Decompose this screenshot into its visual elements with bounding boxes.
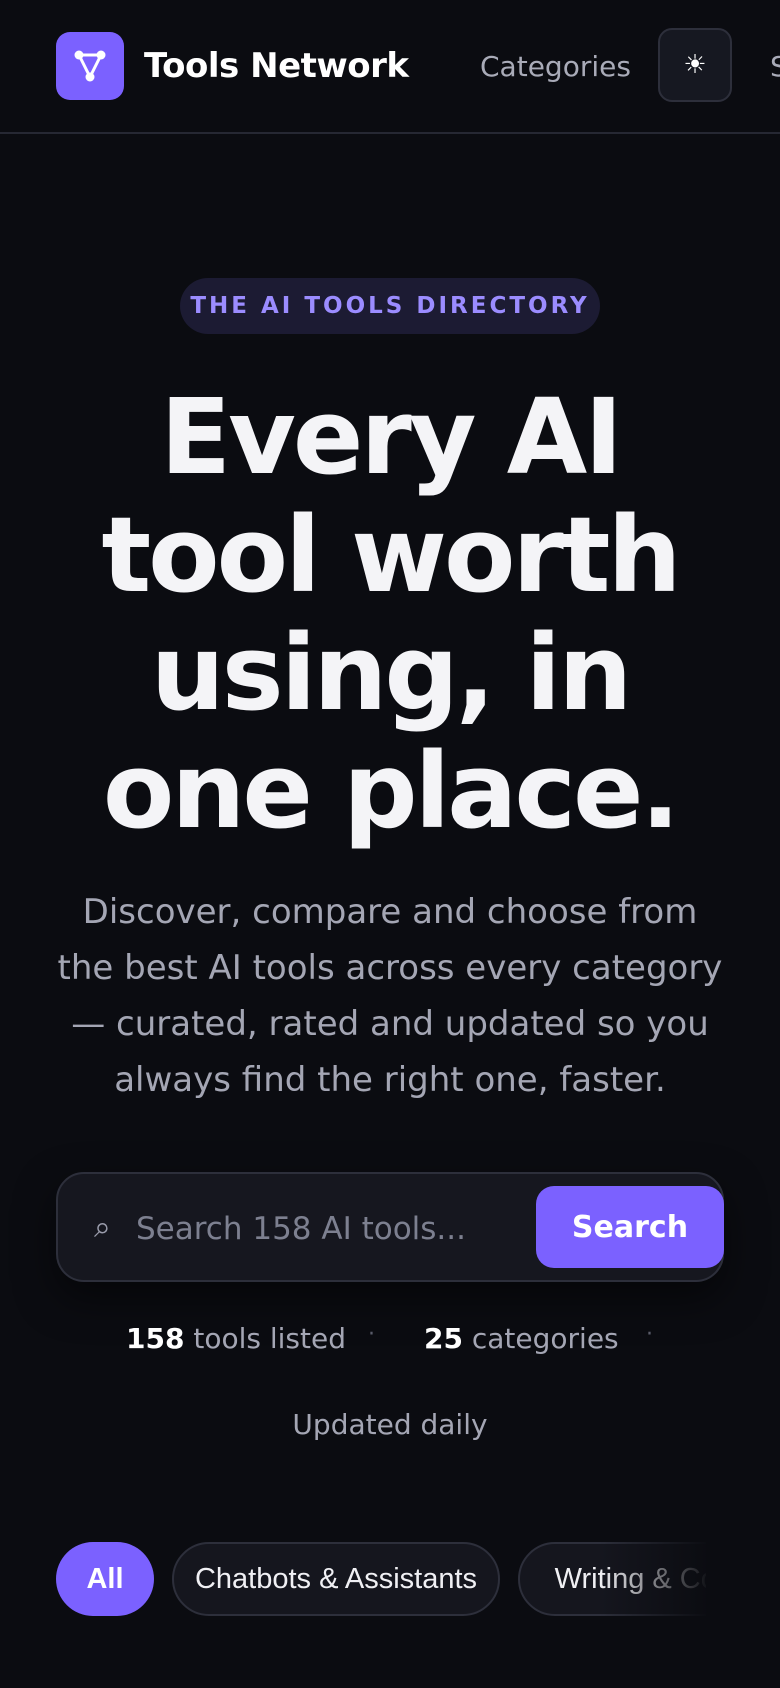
stat-categories-count: 25 (424, 1322, 463, 1355)
search-icon: ⌕ (94, 1210, 111, 1245)
brand-name[interactable]: Tools Network (144, 46, 409, 86)
theme-toggle-button[interactable]: ☀ (658, 28, 732, 102)
hero-title: Every AI tool worth using, in one place. (101, 376, 681, 852)
stat-tools-label: tools listed (193, 1322, 346, 1355)
stat-separator: · (646, 1322, 653, 1347)
nav-link-categories[interactable]: Categories (480, 50, 631, 83)
stat-categories: 25 categories (424, 1322, 619, 1355)
sun-icon: ☀ (683, 50, 707, 80)
stat-tools: 158 tools listed (126, 1322, 346, 1355)
search-bar: ⌕ Search (56, 1172, 724, 1282)
stat-updated: Updated daily (292, 1408, 488, 1441)
chip-chatbots-assistants[interactable]: Chatbots & Assistants (172, 1542, 500, 1616)
stat-categories-label: categories (471, 1322, 619, 1355)
stats-row: 158 tools listed · 25 categories · (0, 1322, 780, 1370)
stat-tools-count: 158 (126, 1322, 185, 1355)
nav-link-partial[interactable]: S (770, 50, 780, 83)
search-input[interactable] (134, 1204, 518, 1254)
hero-subtitle: Discover, compare and choose from the be… (57, 892, 723, 1100)
site-header: Tools Network Categories ☀ S (0, 0, 780, 134)
directory-badge: THE AI TOOLS DIRECTORY (180, 278, 600, 334)
chip-row-fade (600, 1542, 710, 1616)
logo[interactable] (56, 32, 124, 100)
stat-separator: · (368, 1322, 375, 1347)
network-nodes-icon (74, 50, 106, 82)
chip-all[interactable]: All (56, 1542, 154, 1616)
search-button[interactable]: Search (536, 1186, 724, 1268)
